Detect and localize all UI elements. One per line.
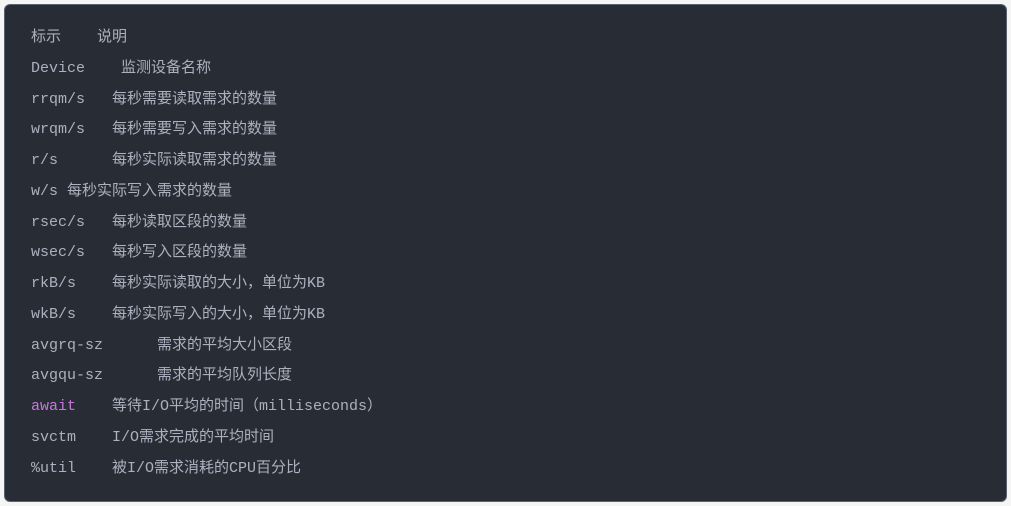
code-line-12: await 等待I/O平均的时间（milliseconds） — [31, 392, 980, 423]
code-line-9: wkB/s 每秒实际写入的大小，单位为KB — [31, 300, 980, 331]
code-line-2: rrqm/s 每秒需要读取需求的数量 — [31, 85, 980, 116]
code-line-13: svctm I/O需求完成的平均时间 — [31, 423, 980, 454]
code-line-6: rsec/s 每秒读取区段的数量 — [31, 208, 980, 239]
code-line-4: r/s 每秒实际读取需求的数量 — [31, 146, 980, 177]
code-block: 标示 说明Device 监测设备名称rrqm/s 每秒需要读取需求的数量wrqm… — [4, 4, 1007, 502]
code-line-1: Device 监测设备名称 — [31, 54, 980, 85]
code-line-10: avgrq-sz 需求的平均大小区段 — [31, 331, 980, 362]
code-line-11: avgqu-sz 需求的平均队列长度 — [31, 361, 980, 392]
code-text: 等待I/O平均的时间（milliseconds） — [76, 398, 382, 415]
code-line-14: %util 被I/O需求消耗的CPU百分比 — [31, 454, 980, 485]
code-line-8: rkB/s 每秒实际读取的大小，单位为KB — [31, 269, 980, 300]
keyword-await: await — [31, 398, 76, 415]
lines-container: 标示 说明Device 监测设备名称rrqm/s 每秒需要读取需求的数量wrqm… — [31, 23, 980, 484]
code-line-7: wsec/s 每秒写入区段的数量 — [31, 238, 980, 269]
code-line-0: 标示 说明 — [31, 23, 980, 54]
code-line-5: w/s 每秒实际写入需求的数量 — [31, 177, 980, 208]
code-line-3: wrqm/s 每秒需要写入需求的数量 — [31, 115, 980, 146]
